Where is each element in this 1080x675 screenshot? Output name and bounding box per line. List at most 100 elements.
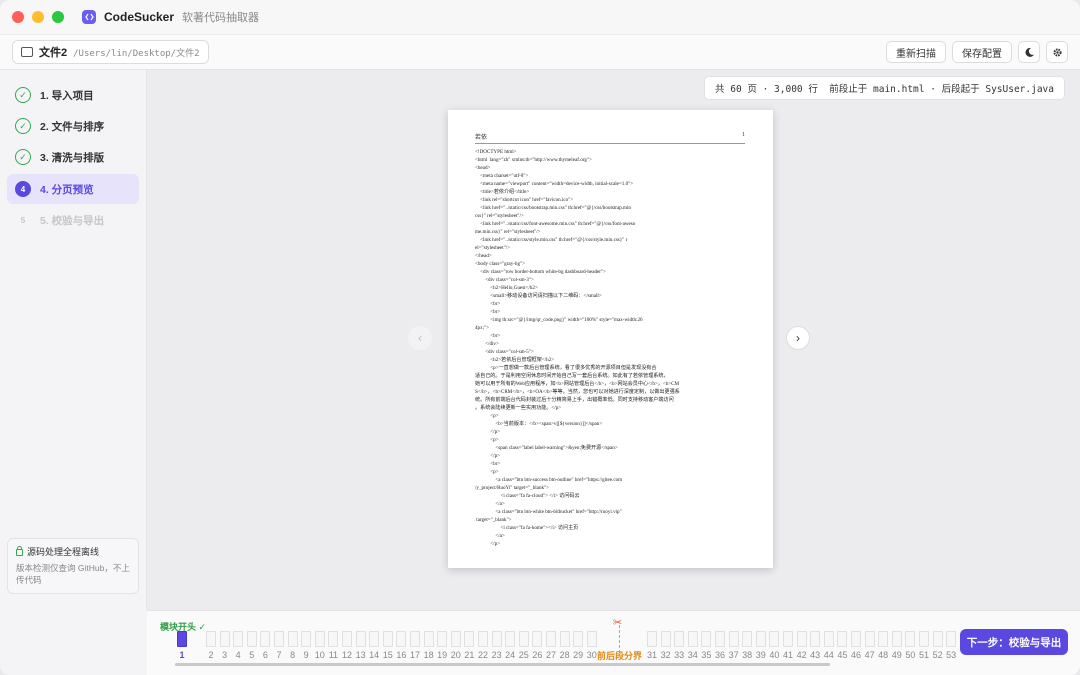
code-line: <p> <box>475 413 499 419</box>
offline-notice-desc: 版本检测仅查询 GitHub，不上传代码 <box>16 563 130 585</box>
zoom-window-button[interactable] <box>52 11 64 23</box>
page-thumbnail[interactable] <box>342 631 352 647</box>
page-thumbnail[interactable] <box>932 631 943 647</box>
timeline-scrollbar[interactable] <box>175 663 830 666</box>
page-thumbnail[interactable] <box>728 631 739 647</box>
page-thumbnail[interactable] <box>769 631 780 647</box>
page-thumbnail[interactable] <box>715 631 725 647</box>
check-circle-icon: ✓ <box>15 149 31 165</box>
page-thumbnail[interactable] <box>233 631 244 647</box>
page-thumbnail[interactable] <box>674 631 685 647</box>
page-number: 2 <box>208 650 214 660</box>
page-thumbnail[interactable] <box>660 631 671 647</box>
code-line: </a> <box>475 501 505 507</box>
code-line: css}" rel="stylesheet"/> <box>475 213 524 219</box>
page-thumbnail[interactable] <box>219 631 230 647</box>
page-number: 22 <box>477 650 488 660</box>
page-thumbnail[interactable] <box>546 631 556 647</box>
page-thumbnail[interactable] <box>369 631 380 647</box>
page-thumbnail[interactable] <box>810 631 821 647</box>
page-thumbnail[interactable] <box>355 631 366 647</box>
save-config-button[interactable]: 保存配置 <box>952 41 1012 63</box>
page-thumbnail[interactable] <box>328 631 339 647</box>
page-number: 53 <box>946 650 957 660</box>
page-thumbnail[interactable] <box>532 631 543 647</box>
page-thumbnail[interactable] <box>755 631 766 647</box>
app-name: CodeSucker <box>104 10 175 24</box>
page-thumbnail[interactable] <box>905 631 916 647</box>
code-line: S</b>，<b>CRM</b>，<b>OA</b>等等，当然，您也可以对她进行… <box>475 389 680 395</box>
page-thumbnail[interactable] <box>783 631 793 647</box>
code-line: <br> <box>475 309 501 315</box>
page-thumbnail[interactable] <box>687 631 698 647</box>
page-thumbnail[interactable] <box>314 631 325 647</box>
page-thumbnail[interactable] <box>396 631 407 647</box>
page-thumbnail[interactable] <box>586 631 597 647</box>
page-number: 29 <box>573 650 584 660</box>
code-line: <p>一直想做一款后台管理系统，看了很多优秀的开源项目但是发现没有合 <box>475 365 657 371</box>
page-thumbnail[interactable] <box>260 631 271 647</box>
page-thumbnail[interactable] <box>742 631 753 647</box>
page-thumbnail[interactable] <box>437 631 448 647</box>
page-thumbnail[interactable] <box>382 631 393 647</box>
step-files-and-order[interactable]: ✓ 2. 文件与排序 <box>7 111 139 141</box>
page-thumbnail[interactable] <box>287 631 298 647</box>
page-thumbnail[interactable] <box>450 631 461 647</box>
close-window-button[interactable] <box>12 11 24 23</box>
step-label: 5. 校验与导出 <box>40 214 105 227</box>
minimize-window-button[interactable] <box>32 11 44 23</box>
page-thumbnail[interactable] <box>823 631 834 647</box>
page-thumbnail[interactable] <box>518 631 529 647</box>
page-thumbnail[interactable] <box>891 631 902 647</box>
next-page-button[interactable]: › <box>786 326 810 350</box>
page-number: 1 <box>179 650 185 660</box>
page-thumbnail[interactable] <box>864 631 875 647</box>
page-thumbnail[interactable] <box>647 631 657 647</box>
page-number: 19 <box>437 650 448 660</box>
step-import-project[interactable]: ✓ 1. 导入项目 <box>7 80 139 110</box>
page-thumbnail[interactable] <box>423 631 434 647</box>
page-preview: 若依 1 <!DOCTYPE html> <html lang="zh" xmln… <box>448 110 773 568</box>
page-thumbnail[interactable] <box>796 631 807 647</box>
scissors-icon[interactable]: ✂ <box>613 616 622 629</box>
page-thumbnail[interactable] <box>206 631 216 647</box>
app-subtitle: 软著代码抽取器 <box>182 12 260 24</box>
page-thumbnail[interactable] <box>464 631 475 647</box>
page-number: 8 <box>290 650 296 660</box>
step-page-preview[interactable]: 4 4. 分页预览 <box>7 174 139 204</box>
project-path-selector[interactable]: 文件2 /Users/lin/Desktop/文件2 <box>12 40 209 64</box>
theme-toggle-button[interactable] <box>1018 41 1040 63</box>
next-step-button[interactable]: 下一步：校验与导出 <box>960 629 1068 655</box>
page-number: 49 <box>891 650 902 660</box>
page-thumbnail[interactable] <box>274 631 284 647</box>
page-thumbnail[interactable] <box>301 631 312 647</box>
page-thumbnail[interactable] <box>701 631 712 647</box>
code-line: <head> <box>475 165 491 171</box>
page-thumbnail[interactable] <box>878 631 889 647</box>
page-thumbnail[interactable] <box>573 631 584 647</box>
page-thumbnail[interactable] <box>505 631 516 647</box>
offline-notice-title: 源码处理全程离线 <box>27 547 100 557</box>
page-thumbnail[interactable] <box>410 631 420 647</box>
code-line: el="stylesheet"/> <box>475 245 511 251</box>
page-thumbnail[interactable] <box>559 631 570 647</box>
page-thumbnail[interactable] <box>246 631 257 647</box>
page-thumbnail[interactable] <box>177 631 187 647</box>
page-number: 40 <box>769 650 780 660</box>
step-clean-and-layout[interactable]: ✓ 3. 清洗与排版 <box>7 142 139 172</box>
step-number: 5 <box>20 215 26 225</box>
page-thumbnail[interactable] <box>851 631 861 647</box>
settings-button[interactable] <box>1046 41 1068 63</box>
page-thumbnail[interactable] <box>919 631 929 647</box>
page-thumbnail[interactable] <box>946 631 957 647</box>
page-thumbnail[interactable] <box>837 631 848 647</box>
prev-page-button[interactable]: ‹ <box>408 326 432 350</box>
code-line: <title>若依介绍</title> <box>475 189 530 195</box>
rescan-button[interactable]: 重新扫描 <box>886 41 946 63</box>
page-thumbnail[interactable] <box>478 631 488 647</box>
code-line: 4px;"> <box>475 325 490 331</box>
page-number: 21 <box>464 650 475 660</box>
page-thumbnail[interactable] <box>491 631 502 647</box>
page-number: 26 <box>532 650 543 660</box>
code-line: <meta charset="utf-8"> <box>475 173 529 179</box>
